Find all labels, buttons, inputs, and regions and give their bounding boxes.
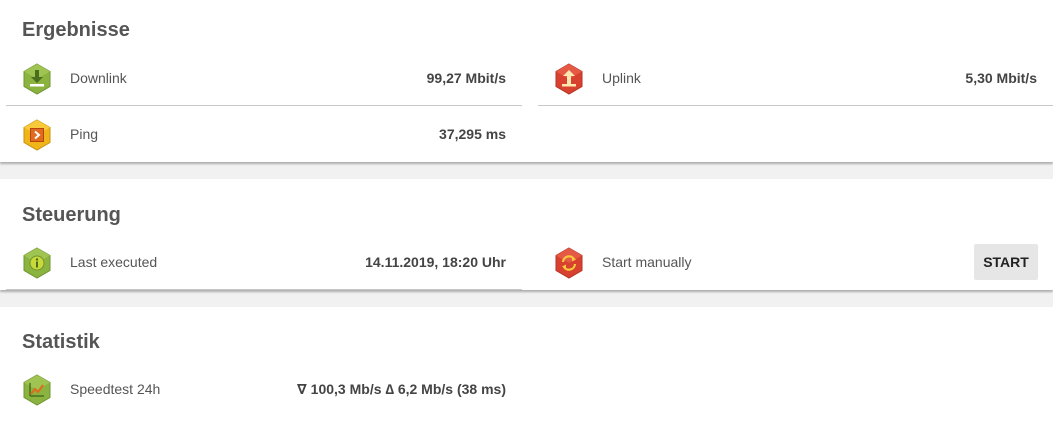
- uplink-label: Uplink: [602, 69, 641, 86]
- last-executed-row: Last executed 14.11.2019, 18:20 Uhr: [6, 234, 522, 290]
- downlink-label: Downlink: [70, 69, 127, 86]
- last-executed-value: 14.11.2019, 18:20 Uhr: [365, 253, 506, 270]
- speedtest-value: ∇ 100,3 Mb/s ∆ 6,2 Mb/s (38 ms): [297, 380, 506, 397]
- statistics-card: Statistik Speedtest 24h ∇ 100,3 Mb/s ∆ 6…: [0, 307, 1053, 427]
- results-title: Ergebnisse: [22, 19, 130, 41]
- control-card: Steuerung Last executed 14.11.2019, 18:2…: [0, 179, 1053, 290]
- start-manually-label: Start manually: [602, 254, 692, 270]
- ping-icon: [23, 119, 51, 151]
- refresh-icon: [555, 247, 583, 279]
- uplink-row: Uplink 5,30 Mbit/s: [538, 50, 1053, 106]
- speedtest-row: Speedtest 24h ∇ 100,3 Mb/s ∆ 6,2 Mb/s (3…: [6, 361, 522, 417]
- downlink-row: Downlink 99,27 Mbit/s: [6, 50, 522, 106]
- ping-row: Ping 37,295 ms: [6, 106, 522, 162]
- start-manually-row: Start manually START: [538, 234, 1053, 290]
- ping-value: 37,295 ms: [439, 126, 506, 142]
- statistics-title: Statistik: [22, 331, 100, 353]
- upload-icon: [555, 63, 583, 95]
- download-icon: [23, 63, 51, 95]
- last-executed-label: Last executed: [70, 253, 158, 270]
- uplink-value: 5,30 Mbit/s: [965, 69, 1037, 86]
- chart-icon[interactable]: [22, 374, 52, 406]
- control-title: Steuerung: [22, 204, 121, 226]
- downlink-value: 99,27 Mbit/s: [426, 69, 506, 86]
- speedtest-label[interactable]: Speedtest 24h: [70, 381, 160, 397]
- start-button[interactable]: START: [974, 244, 1038, 280]
- info-icon: [23, 247, 51, 279]
- ping-label: Ping: [70, 126, 99, 142]
- results-card: Ergebnisse Downlink 99,27 Mbit/s Uplink …: [0, 0, 1053, 162]
